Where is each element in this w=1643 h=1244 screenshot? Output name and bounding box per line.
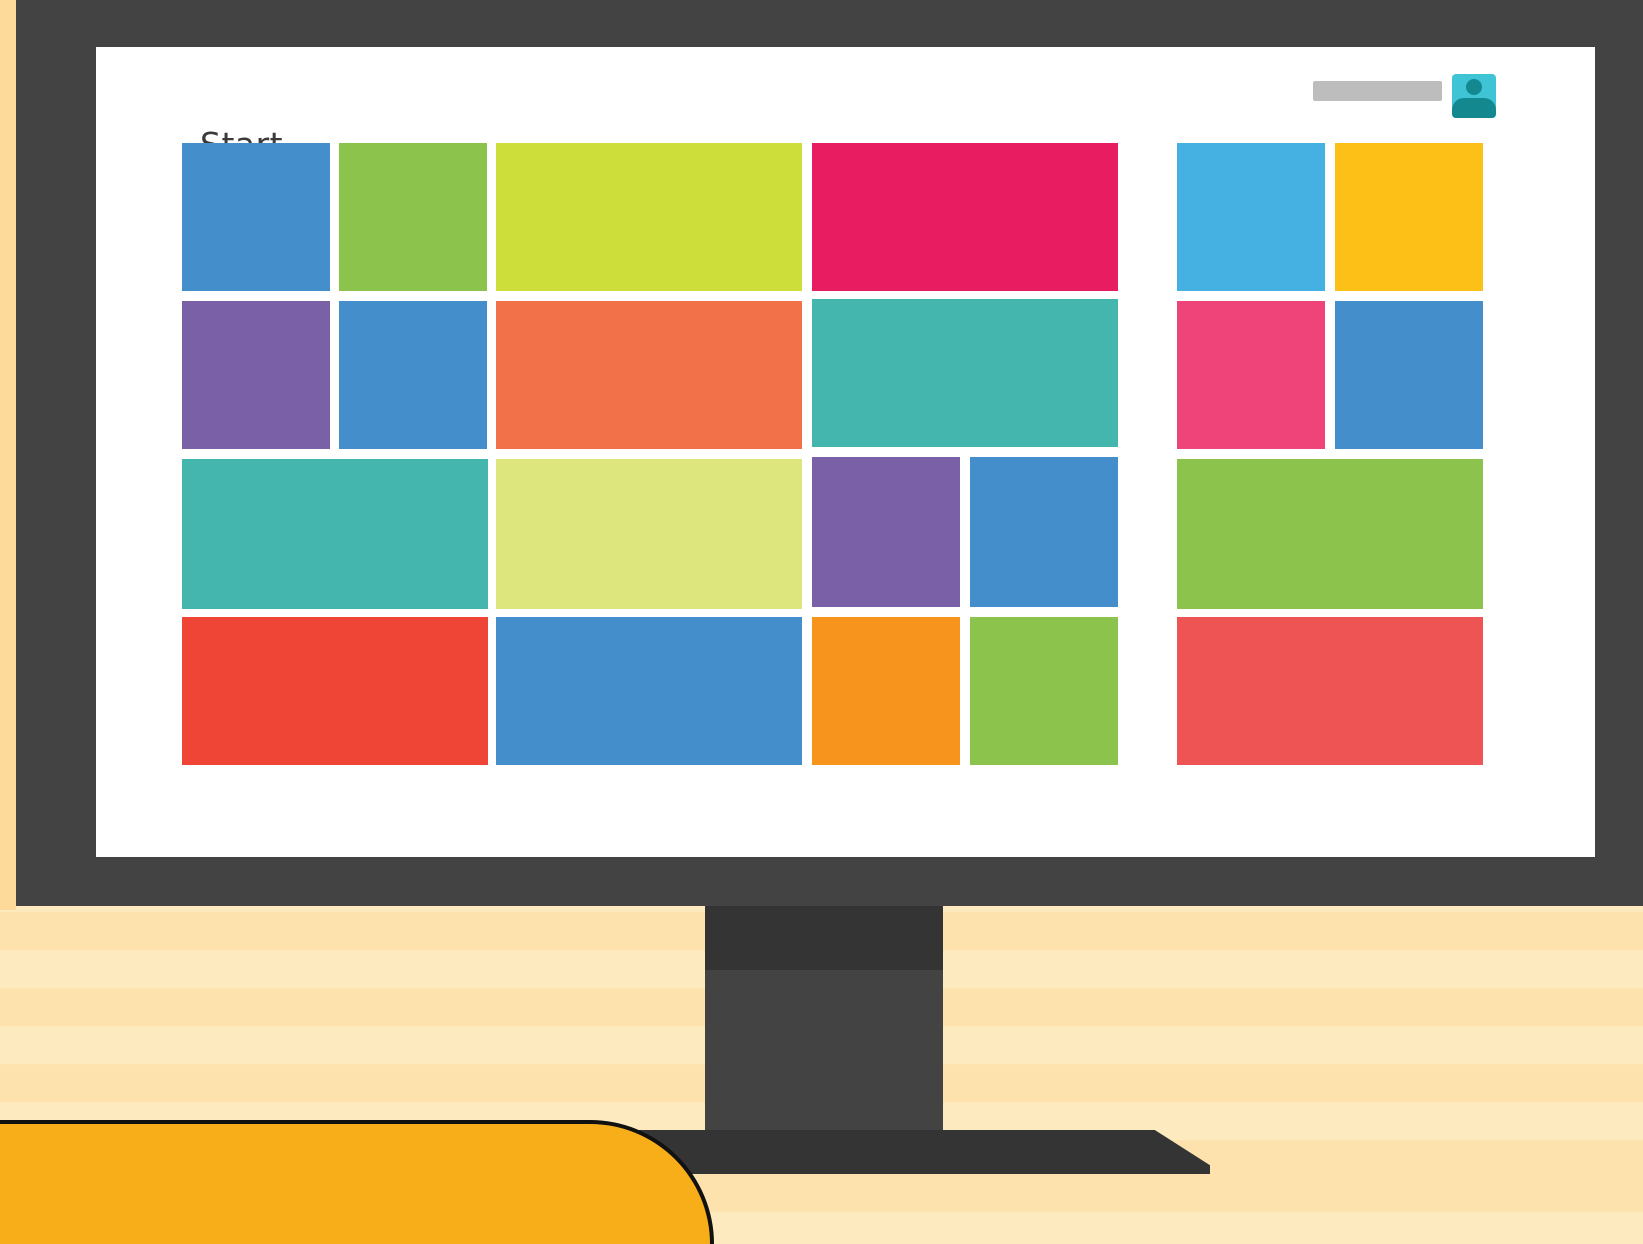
tile-13[interactable]: [182, 617, 488, 765]
tile-15[interactable]: [812, 617, 960, 765]
mouse: [0, 1120, 714, 1244]
tile-8[interactable]: [812, 299, 1118, 447]
monitor-neck: [705, 906, 943, 970]
start-screen: Start: [96, 47, 1595, 857]
tile-12[interactable]: [970, 457, 1118, 607]
tile-9[interactable]: [182, 459, 488, 609]
tile-7[interactable]: [496, 301, 802, 449]
tile-5[interactable]: [182, 301, 330, 449]
tile-17[interactable]: [1177, 143, 1325, 291]
tile-18[interactable]: [1335, 143, 1483, 291]
user-icon[interactable]: [1452, 74, 1496, 118]
avatar-head: [1466, 79, 1482, 95]
tile-21[interactable]: [1177, 459, 1483, 609]
tile-3[interactable]: [496, 143, 802, 291]
monitor-bezel: Start: [16, 0, 1643, 906]
tile-20[interactable]: [1335, 301, 1483, 449]
avatar-body: [1452, 98, 1496, 118]
tile-2[interactable]: [339, 143, 487, 291]
user-name-placeholder[interactable]: [1313, 81, 1442, 101]
tile-10[interactable]: [496, 459, 802, 609]
tile-11[interactable]: [812, 457, 960, 607]
tile-16[interactable]: [970, 617, 1118, 765]
tile-19[interactable]: [1177, 301, 1325, 449]
tile-22[interactable]: [1177, 617, 1483, 765]
tile-6[interactable]: [339, 301, 487, 449]
tile-14[interactable]: [496, 617, 802, 765]
wall-background: [0, 0, 16, 910]
tile-1[interactable]: [182, 143, 330, 291]
monitor-stand: [705, 970, 943, 1134]
tile-4[interactable]: [812, 143, 1118, 291]
